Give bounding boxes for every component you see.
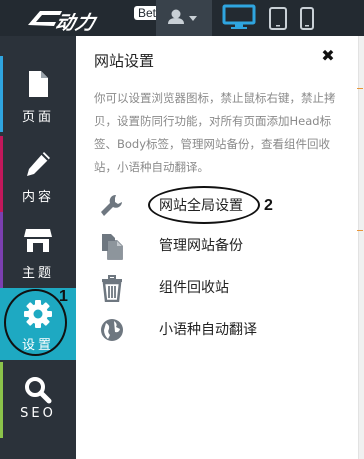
sidebar-item-theme[interactable]: 主题 [0, 212, 76, 288]
canvas-edge [358, 36, 364, 459]
trash-icon [102, 275, 122, 302]
pencil-icon [27, 152, 50, 176]
annotation-circle-1 [4, 289, 67, 356]
sidebar-item-page[interactable]: 页面 [0, 56, 76, 132]
settings-panel: 网站设置 ✖ 你可以设置浏览器图标，禁止鼠标右键，禁止拷贝，设置防同行功能，对所… [80, 36, 356, 459]
guide-dash [357, 230, 363, 231]
phone-icon [300, 7, 314, 30]
sidebar-item-content[interactable]: 内容 [0, 136, 76, 212]
logo-text: 动力 [53, 12, 99, 34]
menu-item-label: 管理网站备份 [159, 238, 243, 254]
menu-item-label: 小语种自动翻译 [159, 322, 257, 338]
desktop-view-button[interactable] [222, 4, 256, 30]
user-icon [168, 9, 197, 24]
sidebar-item-label: SEO [20, 406, 56, 421]
wrench-icon [101, 194, 122, 216]
sidebar-item-label: 内容 [21, 190, 54, 205]
sidebar-item-label: 页面 [21, 110, 54, 125]
annotation-number-1: 1 [59, 288, 68, 305]
panel-description: 你可以设置浏览器图标，禁止鼠标右键，禁止拷贝，设置防同行功能，对所有页面添加He… [94, 91, 336, 174]
globe-icon [101, 319, 123, 341]
tablet-icon [269, 7, 287, 30]
page-icon [29, 71, 48, 97]
sidebar: 页面 内容 主题 设置 SEO [0, 36, 76, 459]
menu-item-auto-translate[interactable]: 小语种自动翻译 [80, 312, 356, 346]
sidebar-item-label: 主题 [21, 266, 54, 281]
close-icon[interactable]: ✖ [320, 48, 336, 64]
guide-dash [357, 88, 363, 89]
top-bar: 动力 Beta [0, 0, 364, 36]
sidebar-item-seo[interactable]: SEO [0, 362, 76, 438]
panel-title: 网站设置 [94, 52, 155, 70]
store-icon [24, 229, 52, 252]
annotation-circle-2 [148, 186, 260, 224]
menu-item-backup[interactable]: 管理网站备份 [80, 228, 356, 262]
logo: 动力 Beta [26, 5, 167, 34]
user-menu-button[interactable] [156, 0, 212, 36]
sidebar-accent-bar [0, 362, 3, 438]
menu-item-label: 组件回收站 [159, 280, 229, 296]
menu-item-recycle-bin[interactable]: 组件回收站 [80, 270, 356, 304]
desktop-icon [222, 4, 256, 29]
tablet-view-button[interactable] [268, 6, 288, 31]
phone-view-button[interactable] [299, 6, 315, 31]
search-icon [25, 377, 52, 404]
annotation-number-2: 2 [264, 197, 273, 214]
backup-icon [102, 234, 123, 260]
